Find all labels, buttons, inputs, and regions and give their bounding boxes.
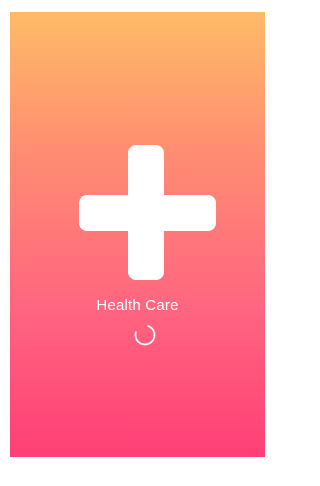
app-title: Health Care [96,297,179,314]
spinner-icon [134,324,156,346]
medical-cross-icon [79,145,216,280]
cross-horizontal-bar [79,195,216,231]
splash-screen: Health Care [10,12,265,457]
